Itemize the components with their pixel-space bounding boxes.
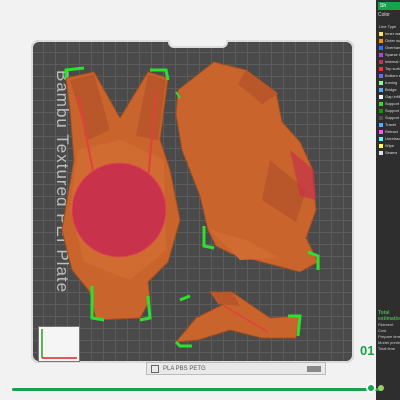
legend-item[interactable]: Gap infill bbox=[376, 93, 400, 100]
legend-item-label: Support transition bbox=[385, 115, 400, 120]
legend-item-label: Bridge bbox=[385, 87, 397, 92]
legend-swatch bbox=[379, 73, 383, 78]
color-scheme-header[interactable]: Color bbox=[378, 12, 390, 18]
panel-tab-label: Sh bbox=[380, 3, 387, 9]
legend-swatch bbox=[379, 31, 383, 36]
left-model[interactable] bbox=[61, 66, 181, 322]
legend-swatch bbox=[379, 45, 383, 50]
layer-slider-thumb[interactable] bbox=[366, 383, 376, 393]
legend-item-label: Inner wall bbox=[385, 31, 400, 36]
legend-item-label: Support interface bbox=[385, 108, 400, 113]
legend-item[interactable]: Support bbox=[376, 100, 400, 107]
legend-item[interactable]: Travel bbox=[376, 121, 400, 128]
legend-item-label: Support bbox=[385, 101, 400, 106]
stats-title: Total estimation bbox=[378, 310, 400, 322]
legend-swatch bbox=[379, 136, 383, 141]
orientation-axes[interactable] bbox=[38, 326, 80, 362]
legend-item-label: Outer wall bbox=[385, 38, 400, 43]
legend-swatch bbox=[379, 38, 383, 43]
bottom-model[interactable] bbox=[174, 291, 302, 348]
legend-swatch bbox=[379, 87, 383, 92]
legend-item-label: Seams bbox=[385, 150, 398, 155]
current-layer-number: 01 bbox=[360, 343, 375, 358]
legend-item[interactable]: Inner wall bbox=[376, 30, 400, 37]
legend-item[interactable]: Support interface bbox=[376, 107, 400, 114]
legend-item-label: Top surface bbox=[385, 66, 400, 71]
legend-item-label: Travel bbox=[385, 122, 396, 127]
legend-item-label: Overhang wall bbox=[385, 45, 400, 50]
legend-item[interactable]: Wipe bbox=[376, 142, 400, 149]
layer-slider-track[interactable] bbox=[12, 388, 382, 391]
panel-tab[interactable]: Sh bbox=[378, 2, 400, 10]
layer-slider-fill bbox=[12, 388, 382, 391]
legend-item[interactable]: Bottom surface bbox=[376, 72, 400, 79]
3d-viewport[interactable]: Bambu Textured PEI Plate PLA PBS PETG bbox=[0, 0, 400, 400]
line-type-legend: Line Type Inner wall Outer wall Overhang w… bbox=[376, 22, 400, 156]
plate-camera-icon[interactable] bbox=[307, 365, 321, 372]
plate-info-bar[interactable]: PLA PBS PETG bbox=[146, 362, 326, 375]
legend-item[interactable]: Sparse infill bbox=[376, 51, 400, 58]
right-model[interactable] bbox=[175, 61, 320, 273]
legend-item-label: Ironing bbox=[385, 80, 398, 85]
legend-swatch bbox=[379, 143, 383, 148]
legend-item[interactable]: Ironing bbox=[376, 79, 400, 86]
legend-item[interactable]: Internal solid infill bbox=[376, 58, 400, 65]
legend-item-label: Retract bbox=[385, 129, 398, 134]
legend-swatch bbox=[379, 115, 383, 120]
print-stats: Total estimation FilamentCostPrepare tim… bbox=[378, 310, 400, 352]
plate-lock-icon[interactable] bbox=[151, 364, 159, 373]
plate-filament-text: PLA PBS PETG bbox=[163, 365, 206, 372]
legend-item[interactable]: Retract bbox=[376, 128, 400, 135]
legend-item[interactable]: Overhang wall bbox=[376, 44, 400, 51]
legend-title: Line Type bbox=[379, 23, 397, 29]
legend-item-label: Internal solid infill bbox=[385, 59, 400, 64]
legend-swatch bbox=[379, 108, 383, 113]
legend-swatch bbox=[379, 66, 383, 71]
legend-swatch bbox=[379, 101, 383, 106]
legend-swatch bbox=[379, 80, 383, 85]
legend-swatch bbox=[379, 59, 383, 64]
legend-item[interactable]: Support transition bbox=[376, 114, 400, 121]
stats-row: Total time bbox=[378, 346, 396, 351]
legend-swatch bbox=[379, 150, 383, 155]
legend-item[interactable]: Outer wall bbox=[376, 37, 400, 44]
legend-item[interactable]: Top surface bbox=[376, 65, 400, 72]
legend-item-label: Unretract bbox=[385, 136, 400, 141]
legend-item[interactable]: Seams bbox=[376, 149, 400, 156]
legend-item-label: Bottom surface bbox=[385, 73, 400, 78]
legend-swatch bbox=[379, 122, 383, 127]
legend-item-label: Wipe bbox=[385, 143, 395, 148]
layer-slider-end[interactable] bbox=[378, 385, 384, 391]
legend-item[interactable]: Bridge bbox=[376, 86, 400, 93]
legend-item[interactable]: Unretract bbox=[376, 135, 400, 142]
legend-swatch bbox=[379, 94, 383, 99]
legend-item-label: Gap infill bbox=[385, 94, 400, 99]
legend-item-label: Sparse infill bbox=[385, 52, 400, 57]
legend-swatch bbox=[379, 129, 383, 134]
legend-swatch bbox=[379, 52, 383, 57]
